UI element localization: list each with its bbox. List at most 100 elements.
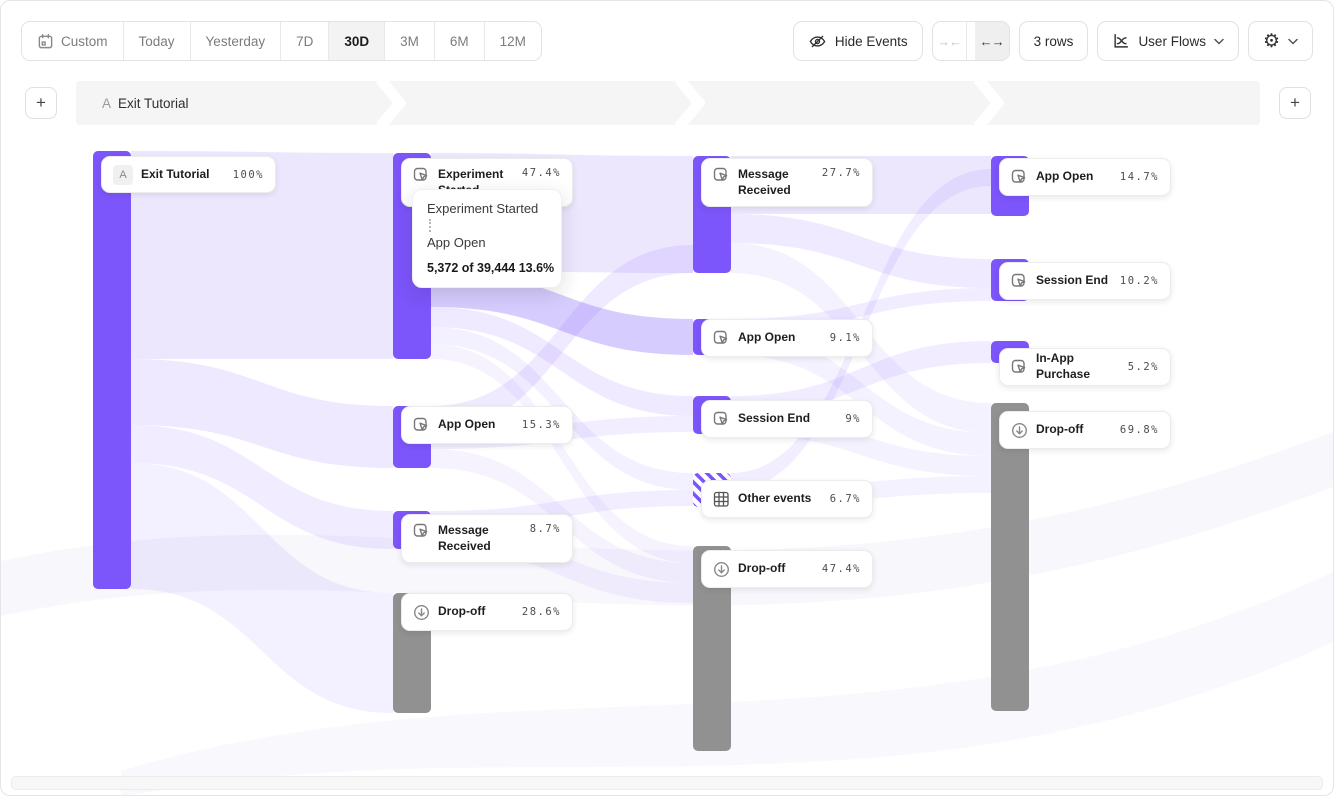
node-percentage: 15.3% <box>522 419 561 431</box>
node-percentage: 9.1% <box>830 332 861 344</box>
node-percentage: 69.8% <box>1120 424 1159 436</box>
date-range-label: Today <box>139 34 175 49</box>
settings-dropdown[interactable]: ⚙ <box>1248 21 1313 61</box>
flow-node-bar-c1-exit[interactable] <box>93 151 131 589</box>
node-label: Drop-off <box>1036 422 1112 438</box>
start-event-label[interactable]: A Exit Tutorial <box>102 81 189 125</box>
drop-off-icon <box>1011 422 1028 439</box>
flow-node-card-c3-sess[interactable]: Session End 9% <box>701 400 873 438</box>
event-click-icon <box>1011 359 1028 376</box>
node-percentage: 6.7% <box>830 493 861 505</box>
node-percentage: 14.7% <box>1120 171 1159 183</box>
node-percentage: 47.4% <box>822 563 861 575</box>
date-range-selector: Custom Today Yesterday 7D 30D 3M 6M 12M <box>21 21 542 61</box>
date-range-label: 30D <box>344 34 369 49</box>
chart-type-dropdown[interactable]: User Flows <box>1097 21 1239 61</box>
node-label: Session End <box>738 411 837 427</box>
chevron-down-icon <box>1214 38 1224 45</box>
date-range-label: 7D <box>296 34 313 49</box>
date-range-custom[interactable]: Custom <box>22 22 124 60</box>
hide-events-button[interactable]: Hide Events <box>793 21 923 61</box>
node-label: App Open <box>738 330 822 346</box>
node-label: Drop-off <box>438 604 514 620</box>
node-percentage: 9% <box>845 413 861 425</box>
drop-off-icon <box>413 604 430 621</box>
node-percentage: 5.2% <box>1128 361 1159 373</box>
calendar-icon <box>37 33 54 50</box>
date-range-label: Yesterday <box>206 34 266 49</box>
node-percentage: 100% <box>233 169 264 181</box>
step-chevron-icon <box>675 81 705 125</box>
node-percentage: 47.4% <box>522 167 561 179</box>
flow-node-card-c4-drop[interactable]: Drop-off 69.8% <box>999 411 1171 449</box>
spacing-toggle: →← ←→ <box>932 21 1010 61</box>
date-range-label: 6M <box>450 34 469 49</box>
flow-node-card-c4-iap[interactable]: In-App Purchase 5.2% <box>999 348 1171 386</box>
node-percentage: 10.2% <box>1120 275 1159 287</box>
flow-node-card-c1-exit[interactable]: AExit Tutorial100% <box>101 156 276 193</box>
flow-node-card-c3-msg[interactable]: Message Received 27.7% <box>701 158 873 207</box>
node-label: In-App Purchase <box>1036 351 1120 382</box>
date-range-12m[interactable]: 12M <box>485 22 541 60</box>
date-range-yesterday[interactable]: Yesterday <box>191 22 282 60</box>
user-flows-icon <box>1112 32 1130 50</box>
date-range-today[interactable]: Today <box>124 22 191 60</box>
tooltip-stats: 5,372 of 39,444 13.6% <box>427 261 547 275</box>
event-letter-badge: A <box>113 165 133 185</box>
rows-button[interactable]: 3 rows <box>1019 21 1089 61</box>
flow-node-card-c3-other[interactable]: Other events 6.7% <box>701 480 873 518</box>
date-range-6m[interactable]: 6M <box>435 22 485 60</box>
add-step-left-button[interactable]: + <box>25 87 57 119</box>
drop-off-icon <box>713 561 730 578</box>
step-chevron-icon <box>376 81 406 125</box>
flow-node-card-c4-sess[interactable]: Session End 10.2% <box>999 262 1171 300</box>
date-range-3m[interactable]: 3M <box>385 22 435 60</box>
add-step-right-button[interactable]: + <box>1279 87 1311 119</box>
event-click-icon <box>413 167 430 184</box>
flow-step-header: + A Exit Tutorial + <box>1 81 1333 125</box>
eye-off-icon <box>808 32 827 51</box>
node-label: Other events <box>738 491 822 507</box>
tooltip-target-event: App Open <box>427 235 547 250</box>
date-range-30d[interactable]: 30D <box>329 22 385 60</box>
step-chevron-icon <box>974 81 1004 125</box>
step-banner: A Exit Tutorial <box>76 81 1260 125</box>
flow-node-bar-c4-drop[interactable] <box>991 403 1029 711</box>
other-events-icon <box>713 491 730 508</box>
node-label: Message Received <box>438 523 522 554</box>
node-label: App Open <box>1036 169 1112 185</box>
date-range-label: Custom <box>61 34 108 49</box>
node-label: Drop-off <box>738 561 814 577</box>
date-range-label: 3M <box>400 34 419 49</box>
chevron-down-icon <box>1288 38 1298 45</box>
hide-events-label: Hide Events <box>835 34 908 49</box>
flow-node-card-c2-drop[interactable]: Drop-off 28.6% <box>401 593 573 631</box>
toolbar-right: Hide Events →← ←→ 3 rows User Flows <box>793 21 1313 61</box>
chart-type-label: User Flows <box>1138 34 1206 49</box>
node-percentage: 8.7% <box>530 523 561 535</box>
event-click-icon <box>413 523 430 540</box>
start-event-title: Exit Tutorial <box>118 96 189 111</box>
node-label: App Open <box>438 417 514 433</box>
event-click-icon <box>713 330 730 347</box>
horizontal-scrollbar[interactable] <box>11 776 1323 790</box>
node-percentage: 27.7% <box>822 167 861 179</box>
date-range-7d[interactable]: 7D <box>281 22 329 60</box>
flow-node-card-c2-app[interactable]: App Open 15.3% <box>401 406 573 444</box>
flow-tooltip: Experiment Started App Open 5,372 of 39,… <box>412 189 562 288</box>
node-percentage: 28.6% <box>522 606 561 618</box>
flow-node-card-c3-drop[interactable]: Drop-off 47.4% <box>701 550 873 588</box>
gear-icon: ⚙ <box>1263 32 1280 51</box>
toolbar: Custom Today Yesterday 7D 30D 3M 6M 12M Hide Ev… <box>21 21 1313 61</box>
node-label: Session End <box>1036 273 1112 289</box>
date-range-label: 12M <box>500 34 526 49</box>
flow-node-card-c4-app[interactable]: App Open 14.7% <box>999 158 1171 196</box>
user-flows-app: Custom Today Yesterday 7D 30D 3M 6M 12M Hide Ev… <box>0 0 1334 796</box>
event-click-icon <box>713 411 730 428</box>
node-label: Message Received <box>738 167 814 198</box>
collapse-columns-button[interactable]: →← <box>933 22 967 60</box>
flow-node-card-c2-msg[interactable]: Message Received 8.7% <box>401 514 573 563</box>
flow-node-card-c3-app[interactable]: App Open 9.1% <box>701 319 873 357</box>
expand-columns-button[interactable]: ←→ <box>975 22 1009 60</box>
event-click-icon <box>413 417 430 434</box>
